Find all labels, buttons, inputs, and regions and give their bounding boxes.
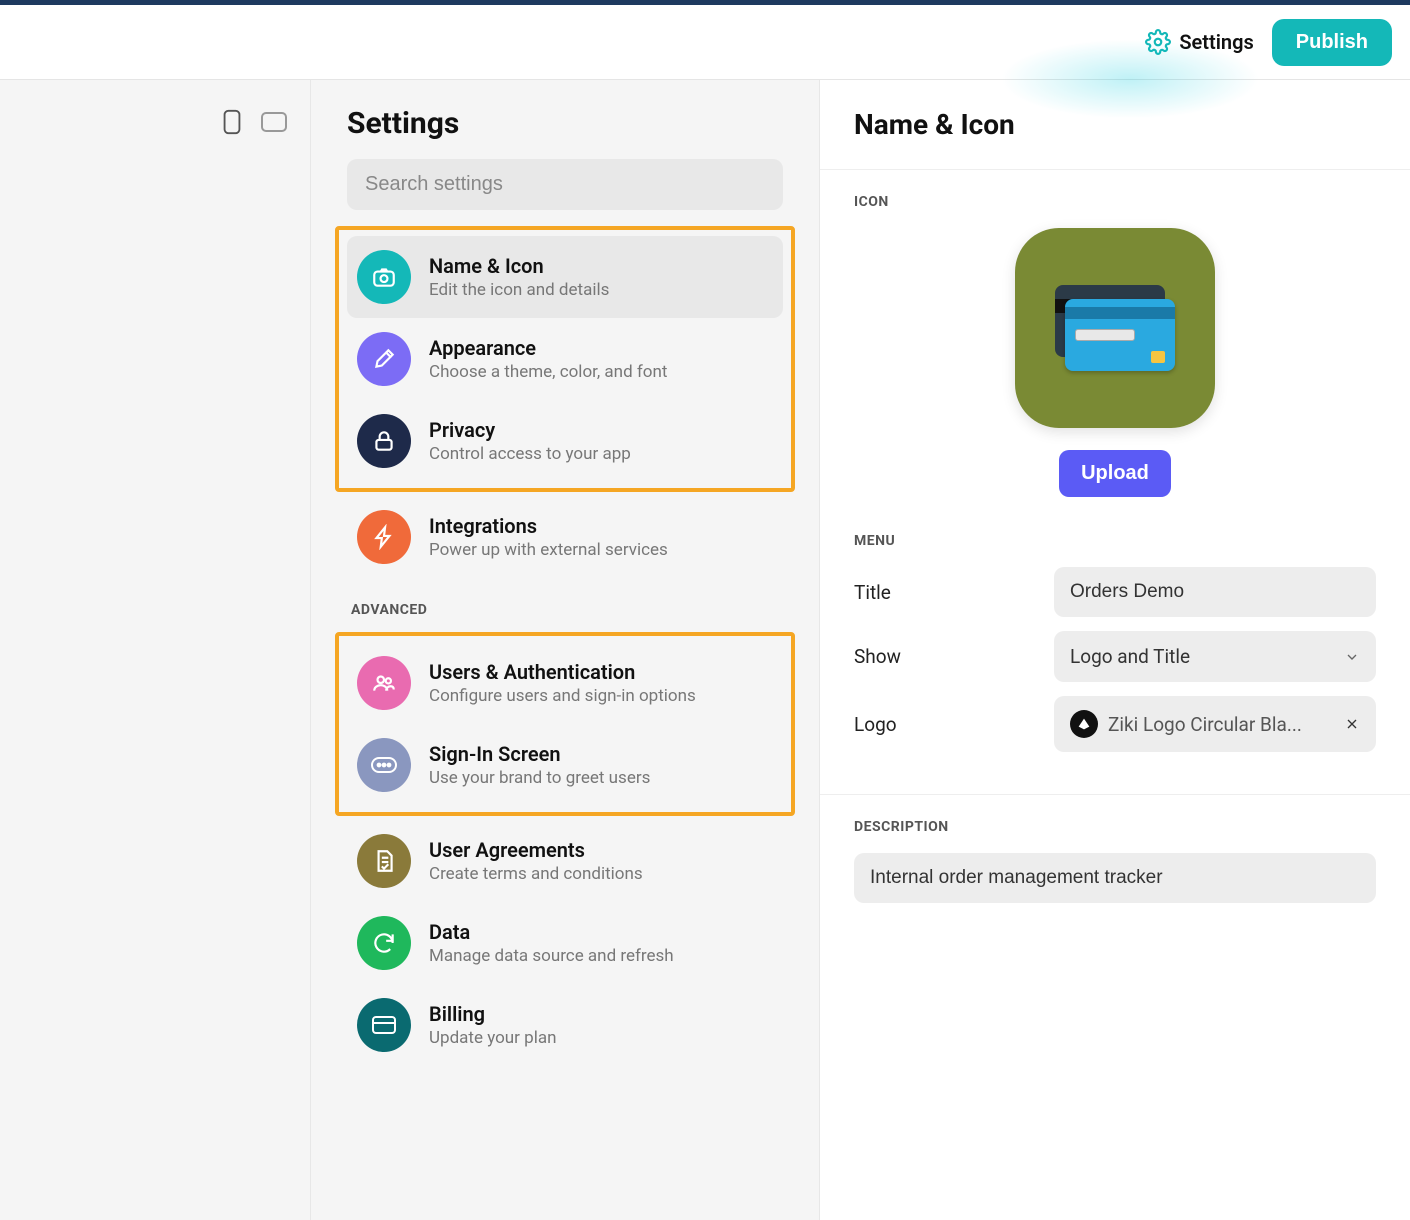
card-icon [357, 998, 411, 1052]
users-icon [357, 656, 411, 710]
search-input[interactable] [347, 159, 783, 210]
password-icon [357, 738, 411, 792]
left-gutter [0, 80, 310, 1220]
detail-header: Name & Icon [820, 80, 1410, 170]
icon-section: ICON Upload [820, 170, 1410, 509]
section-label-icon: ICON [854, 194, 1376, 210]
menu-item-desc: Update your plan [429, 1028, 556, 1048]
menu-item-integrations[interactable]: Integrations Power up with external serv… [347, 496, 783, 578]
section-label-menu: MENU [854, 533, 1376, 549]
menu-item-privacy[interactable]: Privacy Control access to your app [347, 400, 783, 482]
menu-item-desc: Edit the icon and details [429, 280, 609, 300]
detail-panel: Name & Icon ICON Upload MENU Title [820, 80, 1410, 1220]
highlight-group-1: Name & Icon Edit the icon and details Ap… [335, 226, 795, 492]
desktop-preview-toggle[interactable] [260, 108, 288, 136]
menu-item-title: Privacy [429, 418, 631, 442]
chevron-down-icon [1344, 649, 1360, 665]
menu-item-desc: Choose a theme, color, and font [429, 362, 667, 382]
field-label-show: Show [854, 645, 1054, 668]
camera-icon [357, 250, 411, 304]
menu-item-signin[interactable]: Sign-In Screen Use your brand to greet u… [347, 724, 783, 806]
field-label-logo: Logo [854, 713, 1054, 736]
menu-item-desc: Create terms and conditions [429, 864, 643, 884]
upload-button[interactable]: Upload [1059, 450, 1171, 497]
bolt-icon [357, 510, 411, 564]
menu-item-title: Sign-In Screen [429, 742, 650, 766]
section-label-advanced: ADVANCED [347, 578, 783, 628]
settings-panel: Settings Name & Icon Edit the icon and d… [310, 80, 820, 1220]
menu-item-desc: Power up with external services [429, 540, 668, 560]
publish-button[interactable]: Publish [1272, 19, 1392, 66]
credit-card-icon [1055, 285, 1175, 371]
document-icon [357, 834, 411, 888]
menu-item-title: Integrations [429, 514, 668, 538]
description-section: DESCRIPTION [820, 795, 1410, 915]
settings-button[interactable]: Settings [1145, 29, 1253, 55]
menu-item-agreements[interactable]: User Agreements Create terms and conditi… [347, 820, 783, 902]
menu-item-users-auth[interactable]: Users & Authentication Configure users a… [347, 642, 783, 724]
topbar: Settings Publish [0, 5, 1410, 80]
menu-item-name-icon[interactable]: Name & Icon Edit the icon and details [347, 236, 783, 318]
workspace: Settings Name & Icon Edit the icon and d… [0, 80, 1410, 1220]
clear-logo-button[interactable] [1344, 716, 1360, 732]
show-select[interactable]: Logo and Title [1054, 631, 1376, 682]
menu-item-title: Billing [429, 1002, 556, 1026]
gear-icon [1145, 29, 1171, 55]
logo-filename: Ziki Logo Circular Bla... [1108, 713, 1334, 736]
menu-item-title: Name & Icon [429, 254, 609, 278]
detail-title: Name & Icon [854, 108, 1376, 141]
description-input[interactable] [854, 853, 1376, 903]
logo-picker[interactable]: Ziki Logo Circular Bla... [1054, 696, 1376, 752]
menu-item-desc: Control access to your app [429, 444, 631, 464]
title-input[interactable] [1054, 567, 1376, 617]
menu-item-desc: Manage data source and refresh [429, 946, 674, 966]
menu-item-title: Appearance [429, 336, 667, 360]
lock-icon [357, 414, 411, 468]
menu-item-desc: Use your brand to greet users [429, 768, 650, 788]
settings-label: Settings [1179, 30, 1253, 54]
menu-item-billing[interactable]: Billing Update your plan [347, 984, 783, 1066]
refresh-icon [357, 916, 411, 970]
menu-item-title: Users & Authentication [429, 660, 696, 684]
section-label-description: DESCRIPTION [854, 819, 1376, 835]
menu-item-appearance[interactable]: Appearance Choose a theme, color, and fo… [347, 318, 783, 400]
app-icon-preview [1015, 228, 1215, 428]
menu-section: MENU Title Show Logo and Title [820, 509, 1410, 795]
menu-item-title: Data [429, 920, 674, 944]
field-label-title: Title [854, 581, 1054, 604]
highlight-group-2: Users & Authentication Configure users a… [335, 632, 795, 816]
settings-title: Settings [311, 106, 819, 159]
menu-item-data[interactable]: Data Manage data source and refresh [347, 902, 783, 984]
logo-thumbnail [1070, 710, 1098, 738]
brush-icon [357, 332, 411, 386]
show-select-value: Logo and Title [1070, 645, 1190, 668]
menu-item-desc: Configure users and sign-in options [429, 686, 696, 706]
mobile-preview-toggle[interactable] [218, 108, 246, 136]
menu-item-title: User Agreements [429, 838, 643, 862]
